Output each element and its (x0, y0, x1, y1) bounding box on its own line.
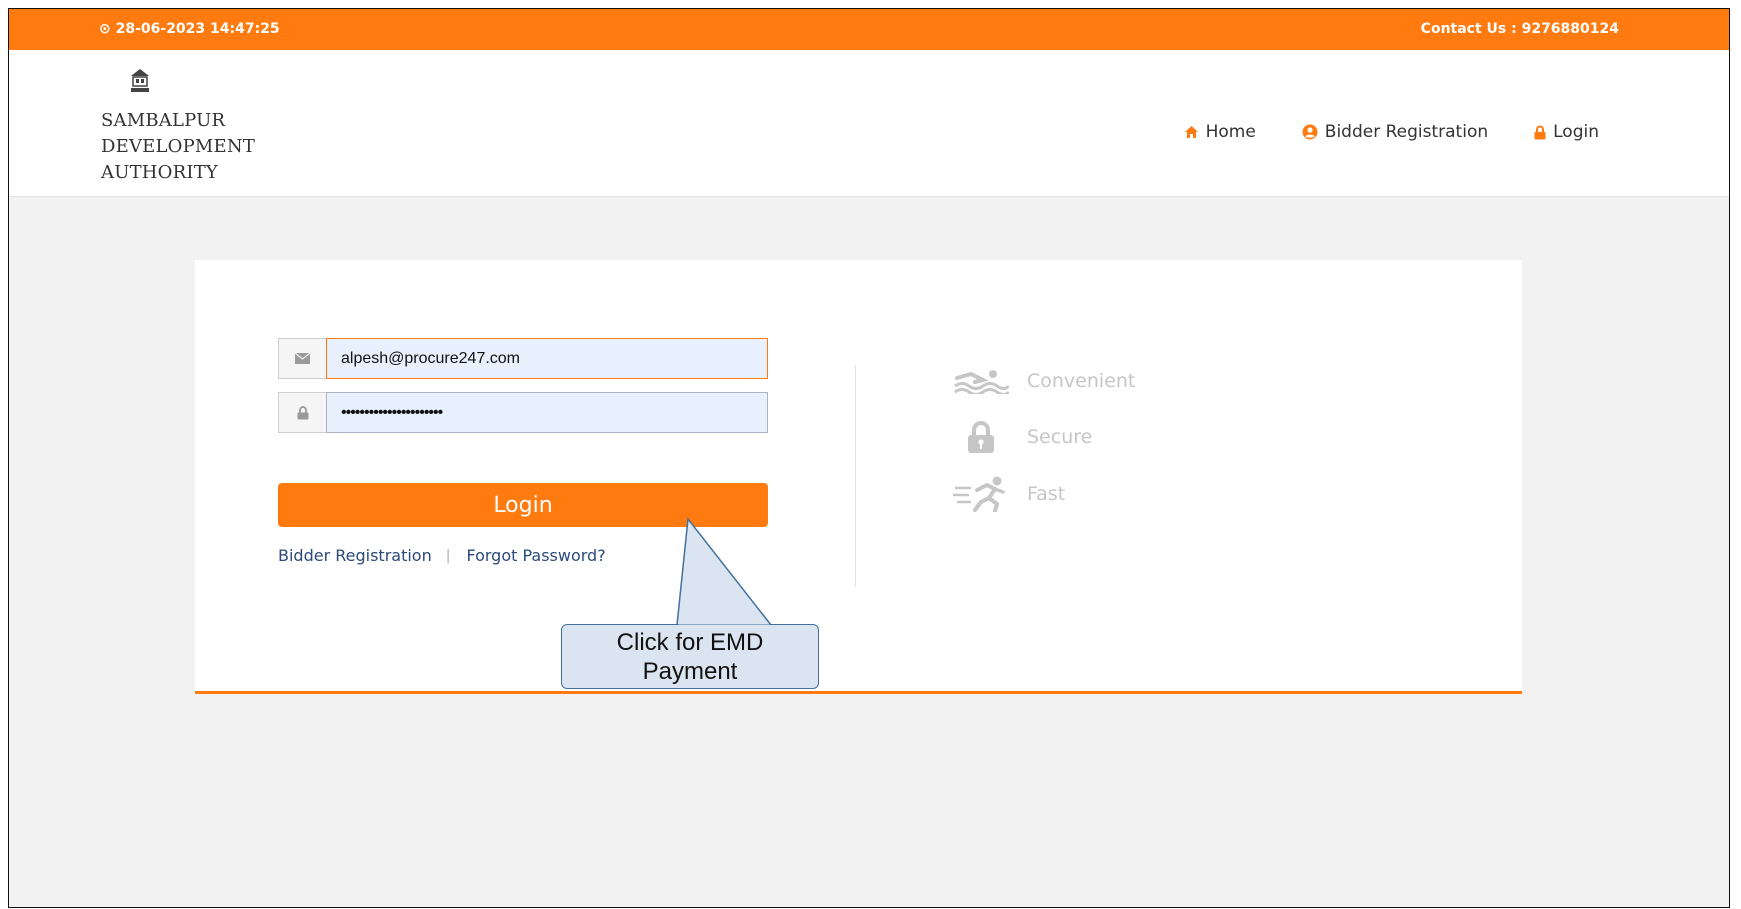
nav-bidder-registration[interactable]: Bidder Registration (1302, 122, 1488, 142)
user-circle-icon (1302, 124, 1318, 140)
email-addon (278, 338, 327, 379)
running-icon (953, 476, 1005, 512)
login-button[interactable]: Login (278, 483, 768, 527)
logo-line: DEVELOPMENT (101, 136, 256, 157)
callout-line: Payment (642, 658, 738, 685)
home-icon (1184, 126, 1198, 138)
feature-convenient: Convenient (951, 368, 1135, 394)
forgot-password-link[interactable]: Forgot Password? (466, 546, 605, 565)
nav-home-label: Home (1205, 122, 1256, 142)
vertical-divider (855, 365, 856, 587)
top-bar: ⊙ 28-06-2023 14:47:25 Contact Us : 92768… (9, 9, 1729, 50)
link-separator: | (445, 547, 451, 564)
lock-icon (1534, 125, 1546, 139)
password-addon (278, 392, 327, 433)
nav-home[interactable]: Home (1184, 122, 1256, 142)
contact-text: Contact Us : 9276880124 (1420, 21, 1619, 37)
nav-register-label: Bidder Registration (1324, 122, 1489, 142)
login-card: Login Bidder Registration | Forgot Passw… (195, 260, 1522, 694)
email-field-group (278, 338, 768, 379)
email-input[interactable] (326, 338, 768, 379)
logo-line: SAMBALPUR (101, 110, 226, 131)
site-header: SAMBALPUR DEVELOPMENT AUTHORITY Home Bid… (9, 50, 1729, 197)
feature-label: Secure (1027, 426, 1093, 448)
page-frame: ⊙ 28-06-2023 14:47:25 Contact Us : 92768… (8, 8, 1730, 908)
lock-icon (968, 421, 994, 453)
feature-label: Convenient (1027, 370, 1136, 392)
main-nav: Home Bidder Registration Login (1184, 122, 1599, 142)
password-input[interactable] (326, 392, 768, 433)
logo-text: SAMBALPUR DEVELOPMENT AUTHORITY (101, 108, 255, 186)
datetime-text: ⊙ 28-06-2023 14:47:25 (99, 21, 280, 37)
envelope-icon (295, 353, 310, 364)
lock-icon (297, 405, 308, 419)
feature-label: Fast (1027, 483, 1066, 505)
nav-login[interactable]: Login (1534, 122, 1599, 142)
nav-login-label: Login (1553, 122, 1599, 142)
feature-fast: Fast (951, 476, 1065, 512)
bidder-registration-link[interactable]: Bidder Registration (278, 546, 432, 565)
form-links: Bidder Registration | Forgot Password? (278, 546, 606, 565)
feature-secure: Secure (951, 420, 1092, 454)
emd-payment-callout: Click for EMD Payment (561, 624, 819, 689)
callout-line: Click for EMD (616, 629, 764, 656)
logo-line: AUTHORITY (101, 162, 218, 183)
emblem-icon (131, 69, 149, 92)
swimmer-icon (954, 370, 1009, 394)
password-field-group (278, 392, 768, 433)
